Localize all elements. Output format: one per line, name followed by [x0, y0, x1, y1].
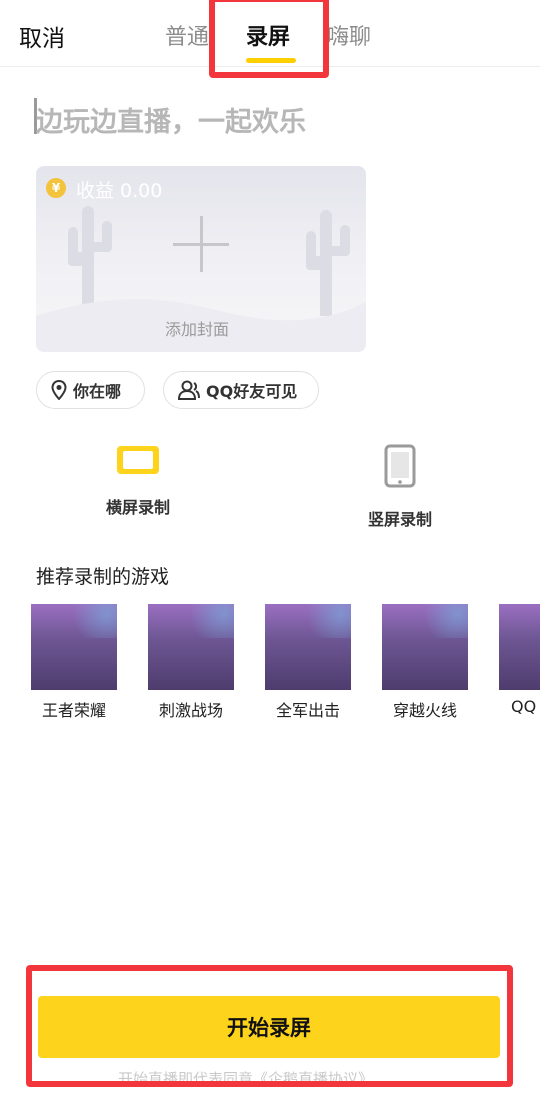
cancel-button[interactable]: 取消: [19, 19, 65, 53]
game-item[interactable]: 穿越火线: [382, 604, 468, 721]
landscape-screen-icon: [117, 446, 159, 474]
highlight-box-tab: [209, 0, 329, 78]
game-name: 全军出击: [275, 701, 340, 720]
game-name: 穿越火线: [392, 701, 457, 720]
game-item[interactable]: 全军出击: [265, 604, 351, 721]
landscape-record-option[interactable]: 横屏录制: [98, 444, 178, 518]
game-name: 王者荣耀: [41, 701, 106, 720]
location-chip[interactable]: 你在哪: [36, 371, 145, 409]
location-pin-icon: [51, 380, 67, 400]
game-item[interactable]: 刺激战场: [148, 604, 234, 721]
portrait-phone-icon: [384, 444, 416, 488]
game-name: 刺激战场: [158, 701, 223, 720]
game-item[interactable]: QQ: [499, 604, 540, 716]
highlight-box-start-button: [26, 965, 513, 1087]
game-thumbnail: [148, 604, 234, 690]
recommended-games-list: 王者荣耀 刺激战场 全军出击 穿越火线 QQ: [0, 604, 540, 724]
visibility-label: QQ好友可见: [206, 382, 298, 401]
income-label: 收益 0.00: [76, 180, 163, 202]
game-name: QQ: [511, 697, 537, 716]
coin-icon: ¥: [46, 178, 66, 198]
tab-normal[interactable]: 普通: [165, 19, 209, 51]
add-cover-label: 添加封面: [165, 320, 230, 339]
portrait-record-option[interactable]: 竖屏录制: [360, 444, 440, 530]
dune-illustration: [36, 299, 366, 352]
plus-icon: [173, 216, 229, 272]
landscape-record-label: 横屏录制: [105, 498, 170, 517]
game-thumbnail: [31, 604, 117, 690]
recommended-games-title: 推荐录制的游戏: [36, 566, 170, 588]
game-thumbnail: [499, 604, 540, 690]
location-label: 你在哪: [73, 382, 122, 401]
user-icon: [178, 380, 200, 400]
add-cover-card[interactable]: ¥ 收益 0.00 添加封面: [36, 166, 366, 352]
game-thumbnail: [265, 604, 351, 690]
game-thumbnail: [382, 604, 468, 690]
game-item[interactable]: 王者荣耀: [31, 604, 117, 721]
visibility-chip[interactable]: QQ好友可见: [163, 371, 319, 409]
tab-chat[interactable]: 嗨聊: [327, 19, 371, 51]
portrait-record-label: 竖屏录制: [367, 510, 432, 529]
live-title-input[interactable]: 边玩边直播，一起欢乐: [36, 100, 306, 139]
